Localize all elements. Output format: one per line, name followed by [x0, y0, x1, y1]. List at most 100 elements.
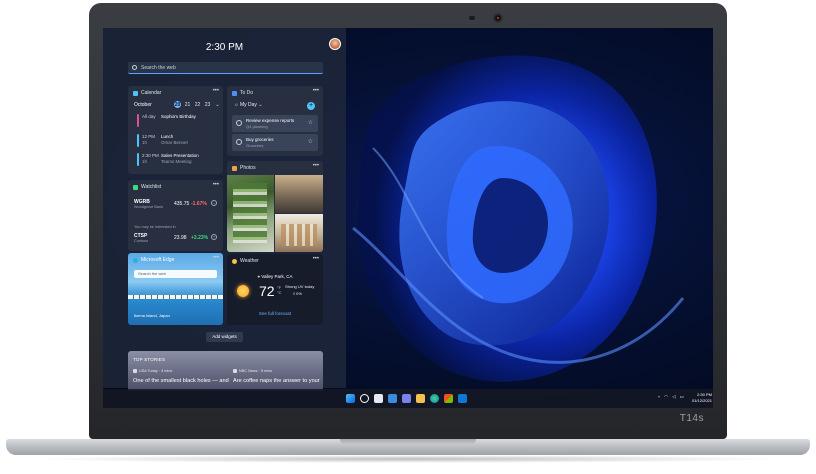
event-name: Sales Presentation: [161, 153, 199, 158]
add-widgets-button[interactable]: Add widgets: [206, 332, 243, 342]
story-source-text: NBC News · 5 mins: [239, 369, 273, 373]
photo-thumbnail[interactable]: [275, 175, 323, 213]
event-name: Lunch: [161, 134, 174, 139]
see-forecast-link[interactable]: See full forecast: [227, 311, 323, 316]
model-label: T14s: [679, 413, 704, 424]
clock-time: 2:30 PM: [697, 392, 712, 397]
task-checkbox[interactable]: [236, 120, 242, 126]
weather-city-name: Valley Park, CA: [261, 274, 293, 279]
wifi-icon[interactable]: ◠: [664, 394, 668, 400]
event-color-bar: [137, 134, 139, 147]
star-icon[interactable]: ☆: [308, 138, 313, 145]
lid-opening-notch: [340, 439, 476, 445]
weather-widget[interactable]: Weather ••• ⌖ Valley Park, CA 72 °F °C S…: [227, 254, 323, 325]
store-icon[interactable]: [444, 394, 453, 403]
story-headline[interactable]: One of the smallest black holes — and: [133, 378, 229, 384]
todo-title: To Do: [240, 90, 254, 96]
add-task-button[interactable]: +: [307, 102, 315, 110]
chevron-down-icon[interactable]: ⌄: [214, 101, 221, 108]
stock-change: +3.23%: [191, 235, 209, 241]
todo-icon: [232, 90, 237, 96]
taskbar-clock[interactable]: 2:30 PM 01/12/2021: [688, 392, 712, 404]
more-options-icon[interactable]: •••: [213, 255, 219, 261]
weather-precip-value: 0%: [296, 291, 302, 296]
watchlist-widget[interactable]: Watchlist ••• WGRB Woodgrove Bank 435.75…: [128, 180, 223, 251]
battery-icon[interactable]: ▭: [680, 394, 684, 400]
event-time: 12 PM: [142, 134, 156, 139]
calendar-day[interactable]: 21: [184, 101, 191, 108]
photos-icon: [232, 165, 237, 171]
task-title: Review expense reports: [246, 118, 295, 123]
event-sub: Teams Meeting: [161, 159, 192, 164]
mail-icon[interactable]: [458, 394, 467, 403]
chat-icon[interactable]: [402, 394, 411, 403]
stock-change: -1.67%: [191, 201, 207, 207]
edge-widget[interactable]: Microsoft Edge ••• Search the web Ikema …: [128, 253, 223, 325]
file-explorer-icon[interactable]: [416, 394, 425, 403]
calendar-widget[interactable]: Calendar ••• October 20 21 22 23 ⌄ All d…: [128, 86, 223, 174]
remove-icon[interactable]: –: [211, 200, 217, 206]
todo-header: To Do: [232, 90, 253, 96]
more-options-icon[interactable]: •••: [313, 88, 319, 94]
stock-price: 23.98: [174, 235, 187, 241]
volume-icon[interactable]: ◁: [672, 394, 675, 400]
todo-widget[interactable]: To Do ••• ☼ My Day ⌄ + Review expense re…: [227, 86, 323, 156]
user-avatar[interactable]: [329, 38, 341, 50]
system-tray[interactable]: ^ ◠ ◁ ▭: [658, 394, 684, 400]
more-options-icon[interactable]: •••: [213, 182, 219, 188]
calendar-event[interactable]: 2:30 PM 1h Sales Presentation Teams Meet…: [137, 152, 217, 168]
weather-unit[interactable]: °F °C: [277, 285, 282, 295]
calendar-day[interactable]: 20: [174, 101, 181, 108]
calendar-day[interactable]: 22: [194, 101, 201, 108]
photos-title: Photos: [240, 165, 256, 171]
windows-icon[interactable]: [346, 394, 355, 403]
calendar-event[interactable]: All day Sophia's Birthday: [137, 113, 217, 129]
story-headline[interactable]: Are coffee naps the answer to your: [233, 378, 320, 384]
story-source: NBC News · 5 mins: [233, 369, 272, 373]
watchlist-hint: You may be interested in: [134, 225, 176, 229]
task-title: Buy groceries: [246, 137, 274, 142]
weather-header: Weather: [232, 258, 259, 264]
event-sub: Omar Bennet: [161, 140, 188, 145]
bridge-image: [128, 295, 223, 299]
web-search-input[interactable]: Search the web: [128, 62, 323, 74]
calendar-day[interactable]: 23: [204, 101, 211, 108]
top-stories-widget[interactable]: TOP STORIES USA Today · 3 mins NBC News …: [128, 351, 323, 391]
widgets-icon[interactable]: [388, 394, 397, 403]
photo-grid: [227, 175, 323, 252]
chevron-down-icon: ⌄: [256, 102, 263, 108]
edge-icon[interactable]: [430, 394, 439, 403]
event-time: 2:30 PM: [142, 153, 159, 158]
unit-c: °C: [277, 290, 282, 295]
star-icon[interactable]: ☆: [308, 119, 313, 126]
search-icon[interactable]: [360, 394, 369, 403]
add-icon[interactable]: +: [211, 234, 217, 240]
more-options-icon[interactable]: •••: [213, 88, 219, 94]
more-options-icon[interactable]: •••: [313, 163, 319, 169]
calendar-event[interactable]: 12 PM 1h Lunch Omar Bennet: [137, 133, 217, 149]
news-source-icon: [233, 369, 237, 373]
watchlist-header: Watchlist: [133, 184, 161, 190]
task-checkbox[interactable]: [236, 139, 242, 145]
more-options-icon[interactable]: •••: [313, 256, 319, 262]
photos-widget[interactable]: Photos •••: [227, 161, 323, 252]
tray-chevron-icon[interactable]: ^: [658, 395, 660, 400]
calendar-title: Calendar: [141, 90, 162, 96]
todo-task[interactable]: Review expense reports Q4 planning ☆: [232, 115, 318, 132]
photo-thumbnail[interactable]: [227, 175, 274, 252]
panel-time: 2:30 PM: [205, 42, 244, 53]
calendar-icon: [133, 90, 138, 96]
webcam-icon: [493, 13, 503, 23]
search-placeholder: Search the web: [141, 64, 176, 71]
task-sub: Groceries: [246, 143, 264, 148]
weather-temp: 72: [259, 283, 275, 299]
weather-icon: [232, 258, 237, 264]
todo-list-selector[interactable]: ☼ My Day ⌄: [234, 102, 263, 108]
edge-title: Microsoft Edge: [141, 257, 175, 263]
edge-search-input[interactable]: Search the web: [134, 270, 217, 278]
photo-thumbnail[interactable]: [275, 214, 323, 252]
news-source-icon: [133, 369, 137, 373]
weather-condition: Strong UV today: [285, 284, 315, 289]
task-view-icon[interactable]: [374, 394, 383, 403]
todo-task[interactable]: Buy groceries Groceries ☆: [232, 134, 318, 151]
